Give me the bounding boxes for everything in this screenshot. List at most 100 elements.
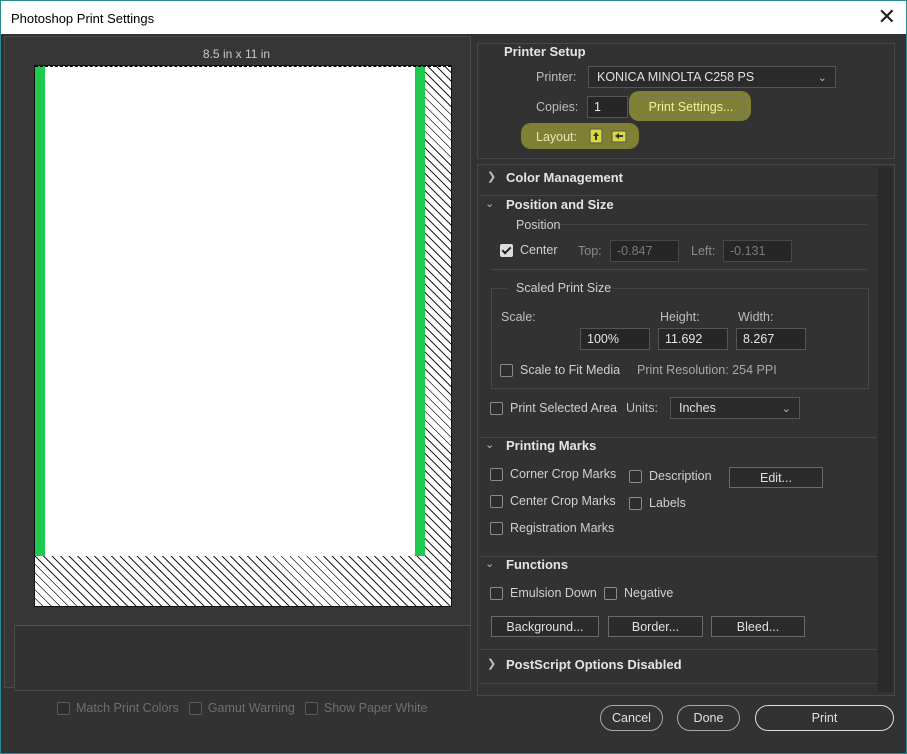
- scale-input[interactable]: 100%: [580, 328, 650, 350]
- scaled-print-size-label: Scaled Print Size: [516, 281, 612, 295]
- show-paper-white-checkbox[interactable]: [304, 701, 318, 715]
- print-resolution-text: Print Resolution: 254 PPI: [637, 363, 777, 377]
- divider: [479, 195, 877, 196]
- scale-to-fit-checkbox[interactable]: [500, 363, 513, 377]
- scale-label: Scale:: [501, 310, 536, 324]
- description-option[interactable]: Description: [629, 469, 712, 483]
- labels-checkbox[interactable]: [629, 496, 642, 510]
- done-button[interactable]: Done: [677, 705, 740, 731]
- printer-label: Printer:: [536, 70, 577, 84]
- gamut-warning-option[interactable]: Gamut Warning: [188, 701, 295, 715]
- divider: [491, 288, 507, 289]
- scale-to-fit-label: Scale to Fit Media: [520, 363, 621, 377]
- gamut-warning-checkbox[interactable]: [188, 701, 202, 715]
- chevron-down-icon[interactable]: ⌄: [485, 557, 494, 570]
- registration-marks-option[interactable]: Registration Marks: [490, 521, 614, 535]
- portrait-layout-icon[interactable]: [589, 128, 603, 144]
- background-button[interactable]: Background...: [491, 616, 599, 637]
- emulsion-down-checkbox[interactable]: [490, 586, 503, 600]
- labels-option[interactable]: Labels: [629, 496, 686, 510]
- printing-marks-heading[interactable]: Printing Marks: [506, 438, 596, 453]
- print-selected-area-checkbox[interactable]: [490, 401, 503, 415]
- negative-label: Negative: [624, 586, 674, 600]
- chevron-right-icon[interactable]: ❯: [487, 657, 496, 670]
- printer-value: KONICA MINOLTA C258 PS: [597, 70, 755, 84]
- divider: [479, 683, 877, 684]
- left-input[interactable]: -0.131: [723, 240, 792, 262]
- height-input[interactable]: 11.692: [658, 328, 728, 350]
- cancel-button[interactable]: Cancel: [600, 705, 663, 731]
- emulsion-down-label: Emulsion Down: [510, 586, 597, 600]
- labels-label: Labels: [649, 496, 686, 510]
- scale-to-fit-option[interactable]: Scale to Fit Media: [500, 363, 620, 377]
- description-label: Description: [649, 469, 712, 483]
- corner-crop-marks-option[interactable]: Corner Crop Marks: [490, 467, 616, 481]
- close-icon[interactable]: ✕: [878, 5, 896, 29]
- units-label: Units:: [626, 401, 658, 415]
- paper-top-dash: [35, 66, 451, 69]
- top-label: Top:: [578, 244, 602, 258]
- functions-heading[interactable]: Functions: [506, 557, 568, 572]
- bleed-button[interactable]: Bleed...: [711, 616, 805, 637]
- postscript-heading[interactable]: PostScript Options Disabled: [506, 657, 682, 672]
- paper-size-label: 8.5 in x 11 in: [202, 47, 271, 61]
- width-label: Width:: [738, 310, 774, 324]
- height-label: Height:: [660, 310, 700, 324]
- divider: [560, 224, 867, 225]
- corner-crop-marks-label: Corner Crop Marks: [510, 467, 617, 481]
- gamut-warning-label: Gamut Warning: [207, 701, 295, 715]
- description-checkbox[interactable]: [629, 469, 642, 483]
- match-print-colors-label: Match Print Colors: [76, 701, 179, 715]
- divider: [613, 288, 867, 289]
- left-image-edge: [35, 66, 45, 556]
- position-group-label: Position: [516, 218, 561, 232]
- width-input[interactable]: 8.267: [736, 328, 806, 350]
- center-checkbox[interactable]: [500, 243, 513, 257]
- negative-option[interactable]: Negative: [604, 586, 673, 600]
- copies-input[interactable]: 1: [587, 96, 628, 118]
- layout-label: Layout:: [536, 130, 578, 144]
- printer-setup-heading: Printer Setup: [504, 44, 586, 59]
- center-crop-marks-checkbox[interactable]: [490, 494, 503, 508]
- top-input[interactable]: -0.847: [610, 240, 679, 262]
- image-preview-area[interactable]: [35, 66, 425, 556]
- paper-preview: [34, 65, 452, 607]
- preview-options: Match Print Colors Gamut Warning Show Pa…: [57, 701, 427, 715]
- position-size-heading[interactable]: Position and Size: [506, 197, 614, 212]
- color-management-heading[interactable]: Color Management: [506, 170, 623, 185]
- copies-label: Copies:: [536, 100, 579, 114]
- print-settings-button[interactable]: Print Settings...: [637, 96, 745, 117]
- center-crop-marks-option[interactable]: Center Crop Marks: [490, 494, 616, 508]
- chevron-right-icon[interactable]: ❯: [487, 170, 496, 183]
- print-selected-area-label: Print Selected Area: [510, 401, 618, 415]
- registration-marks-label: Registration Marks: [510, 521, 615, 535]
- emulsion-down-option[interactable]: Emulsion Down: [490, 586, 597, 600]
- border-button[interactable]: Border...: [608, 616, 703, 637]
- left-label: Left:: [691, 244, 716, 258]
- show-paper-white-option[interactable]: Show Paper White: [304, 701, 427, 715]
- printer-select[interactable]: KONICA MINOLTA C258 PS ⌄: [588, 66, 836, 88]
- settings-scrollbar[interactable]: [878, 167, 893, 692]
- chevron-down-icon[interactable]: ⌄: [485, 197, 494, 210]
- match-print-colors-checkbox[interactable]: [57, 701, 70, 715]
- center-option[interactable]: Center: [500, 243, 558, 257]
- print-button[interactable]: Print: [755, 705, 894, 731]
- print-selected-area-option[interactable]: Print Selected Area: [490, 401, 617, 415]
- chevron-down-icon: ⌄: [781, 402, 791, 415]
- registration-marks-checkbox[interactable]: [490, 521, 503, 535]
- chevron-down-icon[interactable]: ⌄: [485, 438, 494, 451]
- window-title: Photoshop Print Settings: [11, 11, 155, 26]
- center-crop-marks-label: Center Crop Marks: [510, 494, 616, 508]
- chevron-down-icon: ⌄: [817, 71, 827, 84]
- landscape-layout-icon[interactable]: [611, 130, 627, 143]
- negative-checkbox[interactable]: [604, 586, 617, 600]
- units-select[interactable]: Inches ⌄: [670, 397, 800, 419]
- title-bar: Photoshop Print Settings ✕: [1, 1, 906, 34]
- preview-footer-area: [14, 625, 471, 691]
- divider: [479, 649, 877, 650]
- match-print-colors-option[interactable]: Match Print Colors: [57, 701, 179, 715]
- units-value: Inches: [679, 401, 716, 415]
- edit-description-button[interactable]: Edit...: [729, 467, 823, 488]
- corner-crop-marks-checkbox[interactable]: [490, 467, 503, 481]
- print-settings-window: Photoshop Print Settings ✕ 8.5 in x 11 i…: [0, 0, 907, 754]
